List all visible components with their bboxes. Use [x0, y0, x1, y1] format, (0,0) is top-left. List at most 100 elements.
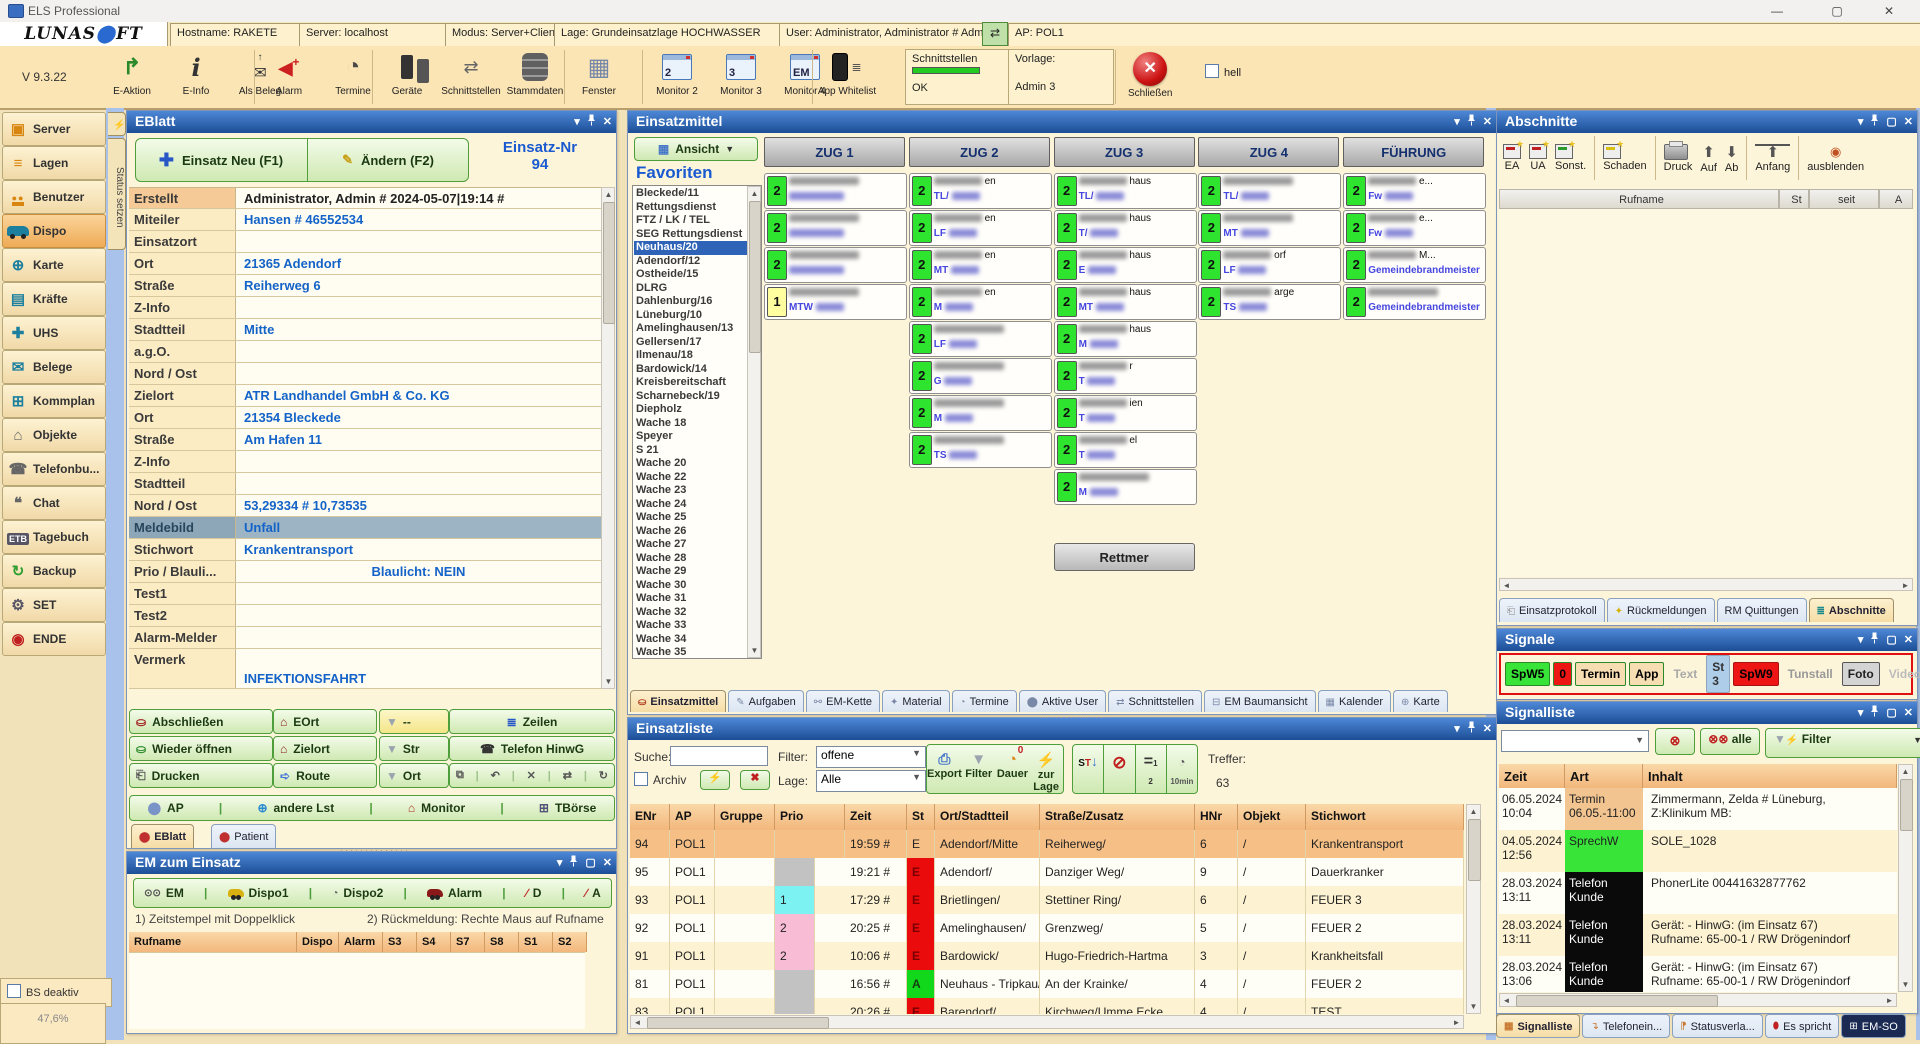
- minimize-button[interactable]: —: [1754, 0, 1800, 22]
- lage-select[interactable]: Alle▼: [816, 770, 926, 792]
- toolbar-button-schnittstellen[interactable]: ⇄Schnittstellen: [444, 50, 498, 104]
- einsatzliste-column-header[interactable]: Prio: [775, 804, 845, 830]
- close-panel-icon[interactable]: ✕: [603, 115, 612, 128]
- signalliste-row[interactable]: 28.03.202413:06TelefonKundeGerät: - Hinw…: [1499, 956, 1897, 992]
- favorites-list[interactable]: Bleckede/11RettungsdienstFTZ / LK / TELS…: [632, 185, 762, 659]
- abschnitte-button-anfang[interactable]: ⬆Anfang: [1755, 144, 1790, 173]
- button-export[interactable]: ⎙Export: [927, 745, 962, 793]
- sidebar-item-server[interactable]: ▣Server: [2, 112, 106, 146]
- einsatzliste-column-header[interactable]: St: [907, 804, 935, 830]
- favorite-item[interactable]: Wache 32: [634, 606, 747, 620]
- favorite-item[interactable]: Wache 26: [634, 525, 747, 539]
- button-filter[interactable]: ▼Filter: [962, 745, 996, 793]
- sidebar-item-kommplan[interactable]: ⊞Kommplan: [2, 384, 106, 418]
- signalliste-hscrollbar[interactable]: ◄►: [1499, 993, 1897, 1007]
- favorite-item[interactable]: Rettungsdienst: [634, 201, 747, 215]
- abschnitte-button-ab[interactable]: ⬇Ab: [1725, 143, 1738, 174]
- button-abschlie-en[interactable]: ⛀Abschließen: [129, 709, 273, 734]
- favorites-scrollbar[interactable]: ▲▼: [747, 186, 761, 658]
- hell-checkbox[interactable]: hell: [1205, 64, 1241, 79]
- tab-schnittstellen[interactable]: ⇄Schnittstellen: [1108, 690, 1202, 712]
- favorite-item[interactable]: Amelinghausen/13: [634, 322, 747, 336]
- em-toolbar-alarm[interactable]: Alarm: [427, 886, 482, 900]
- button-eort[interactable]: ⌂EOrt: [273, 709, 377, 734]
- button-telefon-hinwg[interactable]: ☎Telefon HinwG: [449, 736, 615, 761]
- favorite-item[interactable]: Adendorf/12: [634, 255, 747, 269]
- toolbar-button-stammdaten[interactable]: Stammdaten: [508, 50, 562, 104]
- statusbar-tab-statusverla-[interactable]: ⁋Statusverla...: [1672, 1014, 1763, 1038]
- toolbar-button-monitor-2[interactable]: 2Monitor 2: [650, 50, 704, 104]
- button-dauer[interactable]: ◔Dauer0: [996, 745, 1030, 793]
- sidebar-item-belege[interactable]: ✉Belege: [2, 350, 106, 384]
- einsatzliste-column-header[interactable]: Ort/Stadtteil: [935, 804, 1040, 830]
- einsatzliste-column-header[interactable]: Gruppe: [715, 804, 775, 830]
- em-tile[interactable]: 2G: [909, 358, 1052, 394]
- ten-min-button[interactable]: ◔10min: [1166, 745, 1197, 793]
- undo-icon[interactable]: ↶: [491, 769, 500, 782]
- swap-icon[interactable]: ⇄: [563, 769, 572, 782]
- favorite-item[interactable]: Lüneburg/10: [634, 309, 747, 323]
- abschnitte-column-header[interactable]: St: [1779, 189, 1809, 209]
- em-tile[interactable]: 2MT: [1198, 210, 1341, 246]
- tab-em-baumansicht[interactable]: ⊟EM Baumansicht: [1204, 690, 1316, 712]
- statusbar-tab-telefonein-[interactable]: ↴Telefonein...: [1582, 1014, 1670, 1038]
- abschnitte-button-druck[interactable]: Druck: [1664, 144, 1693, 173]
- signal-app[interactable]: App: [1629, 662, 1664, 686]
- toolbar-button-alarm[interactable]: ◀+Alarm: [262, 50, 316, 104]
- pin-icon[interactable]: [1467, 114, 1476, 129]
- sidebar-item-tagebuch[interactable]: ETBTagebuch: [2, 520, 106, 554]
- clear-all-button[interactable]: ⊗⊗ alle: [1700, 728, 1760, 755]
- toolbar-button-monitor-3[interactable]: 3Monitor 3: [714, 50, 768, 104]
- pin-icon[interactable]: [1870, 114, 1879, 129]
- button-zeilen[interactable]: ≣Zeilen: [449, 709, 615, 734]
- button-route[interactable]: ➪Route: [273, 763, 377, 788]
- toolbar-button-e-aktion[interactable]: ↱E-Aktion: [105, 50, 159, 104]
- einsatzliste-column-header[interactable]: Stichwort: [1306, 804, 1464, 830]
- em-tile[interactable]: 2 hausTL/: [1054, 173, 1197, 209]
- tab-r-ckmeldungen[interactable]: ✦Rückmeldungen: [1607, 598, 1715, 622]
- hell-checkbox-box[interactable]: [1205, 64, 1219, 78]
- abschnitte-button-sonst-[interactable]: ★Sonst.: [1555, 144, 1586, 172]
- sidebar-item-krfte[interactable]: ▤Kräfte: [2, 282, 106, 316]
- em-tile[interactable]: 2 elT: [1054, 432, 1197, 468]
- signal-tunstall[interactable]: Tunstall: [1782, 662, 1839, 686]
- delete-icon[interactable]: ✕: [527, 769, 536, 782]
- close-panel-icon[interactable]: ✕: [603, 856, 612, 869]
- abschnitte-hscrollbar[interactable]: ◄►: [1499, 578, 1913, 591]
- em-tile[interactable]: 2 e...Fw: [1343, 173, 1486, 209]
- em-tile[interactable]: 2 hausT/: [1054, 210, 1197, 246]
- statusbar-tab-signalliste[interactable]: ▦Signalliste: [1496, 1014, 1580, 1038]
- em-toolbar-em[interactable]: ⊙⊙EM: [144, 886, 184, 900]
- sidebar-item-chat[interactable]: ❝Chat: [2, 486, 106, 520]
- signalliste-row[interactable]: 28.03.202413:11TelefonKundeGerät: - Hinw…: [1499, 914, 1897, 957]
- no-entry-button[interactable]: ⊘: [1103, 745, 1134, 793]
- status-setzen-tab[interactable]: Status setzen: [108, 138, 126, 250]
- favorite-item[interactable]: Diepholz: [634, 403, 747, 417]
- em-tile[interactable]: 2 enLF: [909, 210, 1052, 246]
- filter-button-[interactable]: ▼--: [379, 709, 449, 734]
- toolbar-button-app-whitelist[interactable]: ≣App Whitelist: [820, 50, 874, 104]
- favorite-item[interactable]: S 21: [634, 444, 747, 458]
- collapse-panel-icon[interactable]: ▾: [557, 856, 563, 869]
- em-tile[interactable]: 2LF: [909, 321, 1052, 357]
- sidebar-item-lagen[interactable]: ≡Lagen: [2, 146, 106, 180]
- einsatzliste-column-header[interactable]: ENr: [630, 804, 670, 830]
- einsatzliste-column-header[interactable]: Objekt: [1238, 804, 1306, 830]
- em-tile[interactable]: 2: [764, 247, 907, 283]
- button-andere-lst[interactable]: ⊕andere Lst: [257, 801, 334, 815]
- em-tile[interactable]: 2 hausE: [1054, 247, 1197, 283]
- filter-clear-button[interactable]: ✖: [740, 770, 770, 790]
- signalliste-column-header[interactable]: Inhalt: [1643, 764, 1897, 788]
- filter-button-ort[interactable]: ▼Ort: [379, 763, 449, 788]
- einsatzliste-row[interactable]: 95POL119:21 #EAdendorf/Danziger Weg/9/Da…: [630, 858, 1464, 887]
- collapse-panel-icon[interactable]: ▾: [1858, 633, 1864, 646]
- pin-icon[interactable]: [587, 114, 596, 129]
- favorite-item[interactable]: Ostheide/15: [634, 268, 747, 282]
- favorite-item[interactable]: Wache 23: [634, 484, 747, 498]
- close-panel-icon[interactable]: ✕: [1904, 633, 1913, 646]
- einsatzliste-row[interactable]: 92POL1220:25 #EAmelinghausen/Grenzweg/5/…: [630, 914, 1464, 943]
- signal-text[interactable]: Text: [1667, 662, 1703, 686]
- zug-header-5[interactable]: FÜHRUNG: [1343, 137, 1484, 167]
- maximize-panel-icon[interactable]: ▢: [585, 856, 595, 869]
- favorite-item[interactable]: Wache 22: [634, 471, 747, 485]
